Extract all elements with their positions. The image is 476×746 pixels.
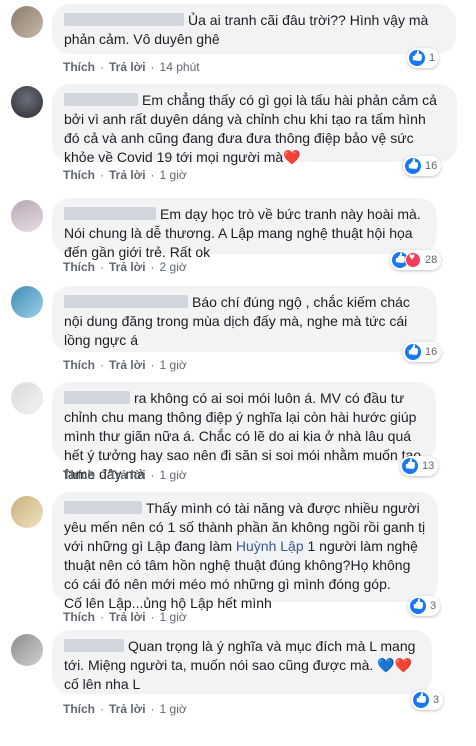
comment-bubble: Em chẳng thấy có gì gọi là tấu hài phản … (52, 84, 457, 165)
like-icon (410, 598, 426, 614)
avatar[interactable] (11, 382, 43, 414)
author-name-blurred[interactable] (64, 295, 188, 308)
comment-1: Ủa ai tranh cãi đâu trời?? Hình vậy mà p… (0, 0, 476, 78)
comment-bubble: Ủa ai tranh cãi đâu trời?? Hình vậy mà p… (52, 4, 456, 54)
comment-actions: Thích · Trả lời · 1 giờ (63, 468, 187, 482)
like-icon (402, 458, 418, 474)
timestamp[interactable]: 1 giờ (160, 702, 187, 716)
comment-7: Quan trọng là ý nghĩa và mục đích mà L m… (0, 628, 476, 746)
comment-actions: Thích · Trả lời · 1 giờ (63, 168, 187, 182)
like-link[interactable]: Thích (63, 358, 95, 372)
timestamp[interactable]: 14 phút (160, 60, 200, 74)
reaction-summary[interactable]: 16 (403, 156, 442, 176)
mention-link[interactable]: Huỳnh Lập (236, 538, 304, 554)
like-icon (413, 692, 429, 708)
comment-2: Em chẳng thấy có gì gọi là tấu hài phản … (0, 80, 476, 186)
author-name-blurred[interactable] (64, 207, 156, 220)
avatar[interactable] (11, 6, 43, 38)
reaction-count: 13 (422, 460, 435, 472)
avatar[interactable] (11, 200, 43, 232)
comment-bubble: ra không có ai soi mói luôn á. MV có đầu… (52, 382, 436, 482)
like-link[interactable]: Thích (63, 468, 95, 482)
comment-actions: Thích · Trả lời · 1 giờ (63, 358, 187, 372)
comment-actions: Thích · Trả lời · 14 phút (63, 60, 200, 74)
like-icon (405, 344, 421, 360)
heart-emoji: ❤️ (283, 149, 301, 165)
comment-bubble: Thấy mình có tài năng và được nhiều ngườ… (52, 492, 438, 611)
author-name-blurred[interactable] (64, 501, 142, 514)
avatar[interactable] (11, 496, 43, 528)
reply-link[interactable]: Trả lời (109, 702, 146, 716)
avatar[interactable] (11, 86, 43, 118)
timestamp[interactable]: 2 giờ (160, 260, 187, 274)
timestamp[interactable]: 1 giờ (160, 358, 187, 372)
like-link[interactable]: Thích (63, 260, 95, 274)
reaction-summary[interactable]: 13 (400, 456, 439, 476)
author-name-blurred[interactable] (64, 639, 124, 652)
reply-link[interactable]: Trả lời (109, 168, 146, 182)
reaction-count: 3 (430, 600, 437, 612)
timestamp[interactable]: 1 giờ (160, 610, 187, 624)
comment-bubble: Em dạy học trò về bức tranh này hoài mà.… (52, 198, 437, 260)
comment-actions: Thích · Trả lời · 2 giờ (63, 260, 187, 274)
timestamp[interactable]: 1 giờ (160, 168, 187, 182)
like-link[interactable]: Thích (63, 60, 95, 74)
reaction-count: 3 (433, 694, 440, 706)
author-name-blurred[interactable] (64, 13, 184, 26)
like-link[interactable]: Thích (63, 610, 95, 624)
reaction-summary[interactable]: 3 (411, 690, 444, 710)
reaction-count: 16 (425, 160, 438, 172)
comment-3: Em dạy học trò về bức tranh này hoài mà.… (0, 194, 476, 280)
like-link[interactable]: Thích (63, 702, 95, 716)
comment-bubble: Báo chí đúng ngộ , chắc kiếm chác nội du… (52, 286, 437, 352)
reaction-summary[interactable]: 28 (390, 250, 442, 270)
comment-4: Báo chí đúng ngộ , chắc kiếm chác nội du… (0, 286, 476, 374)
reaction-summary[interactable]: 16 (403, 342, 442, 362)
reaction-summary[interactable]: 3 (408, 596, 441, 616)
author-name-blurred[interactable] (64, 391, 130, 404)
comment-actions: Thích · Trả lời · 1 giờ (63, 702, 187, 716)
reply-link[interactable]: Trả lời (109, 468, 146, 482)
reply-link[interactable]: Trả lời (109, 358, 146, 372)
like-link[interactable]: Thích (63, 168, 95, 182)
reaction-summary[interactable]: 1 (407, 48, 440, 68)
reply-link[interactable]: Trả lời (109, 610, 146, 624)
timestamp[interactable]: 1 giờ (160, 468, 187, 482)
comment-actions: Thích · Trả lời · 1 giờ (63, 610, 187, 624)
comment-bubble: Quan trọng là ý nghĩa và mục đích mà L m… (52, 630, 432, 694)
comment-6: Thấy mình có tài năng và được nhiều ngườ… (0, 490, 476, 628)
comment-5: ra không có ai soi mói luôn á. MV có đầu… (0, 380, 476, 484)
avatar[interactable] (11, 286, 43, 318)
reply-link[interactable]: Trả lời (109, 260, 146, 274)
reaction-count: 28 (425, 254, 438, 266)
like-icon (409, 50, 425, 66)
reply-link[interactable]: Trả lời (109, 60, 146, 74)
reaction-count: 1 (429, 52, 436, 64)
like-icon (405, 158, 421, 174)
red-heart-emoji: ❤️ (394, 657, 413, 673)
blue-heart-emoji: 💙 (377, 657, 395, 673)
avatar[interactable] (11, 634, 43, 666)
love-icon (405, 252, 421, 268)
reaction-count: 16 (425, 346, 438, 358)
author-name-blurred[interactable] (64, 93, 138, 106)
